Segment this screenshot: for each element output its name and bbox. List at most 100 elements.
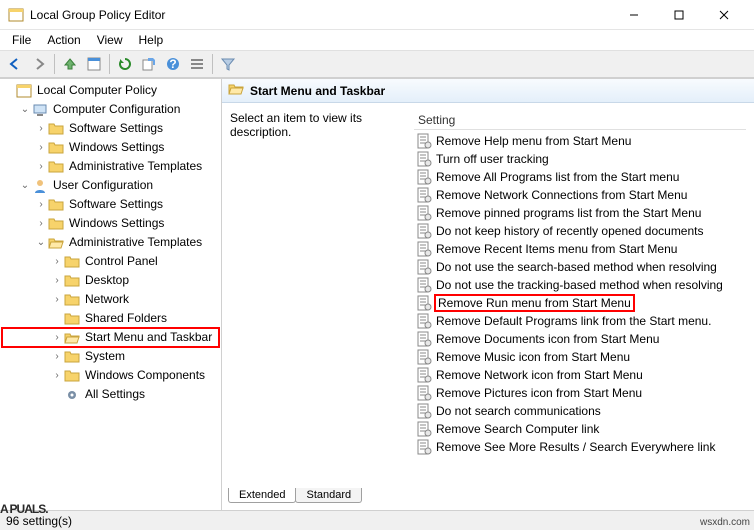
back-button[interactable]	[4, 53, 26, 75]
expander-icon[interactable]: ⌄	[34, 234, 48, 251]
expander-icon[interactable]: ›	[50, 291, 64, 308]
tree-network[interactable]: ›Network	[2, 290, 219, 309]
setting-label: Remove Network icon from Start Menu	[436, 368, 643, 382]
extended-view: Select an item to view its description. …	[222, 103, 754, 488]
settings-column: Setting Remove Help menu from Start Menu…	[414, 111, 746, 480]
setting-row[interactable]: Remove Help menu from Start Menu	[414, 132, 746, 150]
tree-system[interactable]: ›System	[2, 347, 219, 366]
menu-action[interactable]: Action	[39, 31, 88, 49]
menu-file[interactable]: File	[4, 31, 39, 49]
main-area: Local Computer Policy ⌄ Computer Configu…	[0, 78, 754, 510]
toolbar-separator	[54, 54, 55, 74]
setting-row[interactable]: Remove Default Programs link from the St…	[414, 312, 746, 330]
view-tabs: Extended Standard	[222, 488, 754, 510]
minimize-button[interactable]	[611, 0, 656, 30]
menu-view[interactable]: View	[89, 31, 131, 49]
policy-icon	[416, 259, 432, 275]
expander-icon[interactable]: ⌄	[18, 101, 32, 118]
up-button[interactable]	[59, 53, 81, 75]
tree-root[interactable]: Local Computer Policy	[2, 81, 219, 100]
setting-row[interactable]: Remove All Programs list from the Start …	[414, 168, 746, 186]
folder-icon	[48, 140, 64, 156]
tab-standard[interactable]: Standard	[295, 488, 362, 503]
expander-icon[interactable]: ›	[34, 196, 48, 213]
expander-icon[interactable]: ›	[34, 158, 48, 175]
tree-uc-admin[interactable]: ⌄Administrative Templates	[2, 233, 219, 252]
folder-icon	[48, 121, 64, 137]
policy-icon	[416, 151, 432, 167]
expander-icon[interactable]: ›	[50, 367, 64, 384]
expander-icon[interactable]: ›	[50, 329, 64, 346]
setting-row[interactable]: Do not use the tracking-based method whe…	[414, 276, 746, 294]
menu-help[interactable]: Help	[131, 31, 172, 49]
description-text: Select an item to view its description.	[230, 111, 362, 139]
folder-open-icon	[48, 235, 64, 251]
tree-windows-components[interactable]: ›Windows Components	[2, 366, 219, 385]
help-button[interactable]	[162, 53, 184, 75]
folder-icon	[64, 292, 80, 308]
setting-row[interactable]: Remove Run menu from Start Menu	[414, 294, 746, 312]
setting-row[interactable]: Remove Documents icon from Start Menu	[414, 330, 746, 348]
folder-icon	[64, 368, 80, 384]
tab-extended[interactable]: Extended	[228, 488, 296, 503]
expander-icon[interactable]: ›	[34, 139, 48, 156]
policy-icon	[416, 385, 432, 401]
list-view-button[interactable]	[186, 53, 208, 75]
setting-label: Remove Search Computer link	[436, 422, 599, 436]
tree-computer-configuration[interactable]: ⌄ Computer Configuration	[2, 100, 219, 119]
close-button[interactable]	[701, 0, 746, 30]
path-header: Start Menu and Taskbar	[222, 79, 754, 103]
expander-icon[interactable]: ›	[50, 272, 64, 289]
tree-desktop[interactable]: › Desktop	[2, 271, 219, 290]
setting-row[interactable]: Do not use the search-based method when …	[414, 258, 746, 276]
setting-label: Remove Run menu from Start Menu	[436, 296, 633, 310]
console-tree[interactable]: Local Computer Policy ⌄ Computer Configu…	[0, 79, 222, 510]
expander-icon[interactable]: ›	[34, 120, 48, 137]
refresh-button[interactable]	[114, 53, 136, 75]
policy-icon	[416, 367, 432, 383]
setting-row[interactable]: Remove See More Results / Search Everywh…	[414, 438, 746, 456]
tree-start-menu-taskbar[interactable]: ›Start Menu and Taskbar	[2, 328, 219, 347]
expander-icon[interactable]: ›	[50, 348, 64, 365]
setting-column-header[interactable]: Setting	[414, 111, 746, 130]
folder-icon	[64, 311, 80, 327]
folder-icon	[64, 254, 80, 270]
expander-icon[interactable]: ⌄	[18, 177, 32, 194]
export-list-button[interactable]	[138, 53, 160, 75]
forward-button[interactable]	[28, 53, 50, 75]
setting-row[interactable]: Remove Music icon from Start Menu	[414, 348, 746, 366]
setting-row[interactable]: Remove Network icon from Start Menu	[414, 366, 746, 384]
settings-list[interactable]: Remove Help menu from Start Menu Turn off…	[414, 130, 746, 480]
filter-button[interactable]	[217, 53, 239, 75]
tree-cc-windows[interactable]: ›Windows Settings	[2, 138, 219, 157]
setting-row[interactable]: Remove Network Connections from Start Me…	[414, 186, 746, 204]
setting-row[interactable]: Remove pinned programs list from the Sta…	[414, 204, 746, 222]
tree-uc-windows[interactable]: ›Windows Settings	[2, 214, 219, 233]
setting-row[interactable]: Turn off user tracking	[414, 150, 746, 168]
menubar: File Action View Help	[0, 30, 754, 50]
setting-row[interactable]: Remove Search Computer link	[414, 420, 746, 438]
setting-label: Remove Documents icon from Start Menu	[436, 332, 659, 346]
setting-row[interactable]: Do not keep history of recently opened d…	[414, 222, 746, 240]
setting-label: Remove Help menu from Start Menu	[436, 134, 631, 148]
tree-shared-folders[interactable]: Shared Folders	[2, 309, 219, 328]
maximize-button[interactable]	[656, 0, 701, 30]
expander-icon[interactable]: ›	[50, 253, 64, 270]
tree-cc-admin[interactable]: ›Administrative Templates	[2, 157, 219, 176]
policy-icon	[416, 313, 432, 329]
tree-all-settings[interactable]: All Settings	[2, 385, 219, 404]
show-hide-tree-button[interactable]	[83, 53, 105, 75]
tree-uc-software[interactable]: ›Software Settings	[2, 195, 219, 214]
expander-icon[interactable]: ›	[34, 215, 48, 232]
folder-icon	[48, 159, 64, 175]
setting-row[interactable]: Do not search communications	[414, 402, 746, 420]
tree-cc-software[interactable]: ›Software Settings	[2, 119, 219, 138]
setting-row[interactable]: Remove Pictures icon from Start Menu	[414, 384, 746, 402]
tree-user-configuration[interactable]: ⌄ User Configuration	[2, 176, 219, 195]
tree-control-panel[interactable]: ›Control Panel	[2, 252, 219, 271]
tree-label: Desktop	[83, 272, 131, 289]
toolbar-separator	[109, 54, 110, 74]
setting-row[interactable]: Remove Recent Items menu from Start Menu	[414, 240, 746, 258]
description-column: Select an item to view its description.	[230, 111, 414, 480]
setting-label: Remove Default Programs link from the St…	[436, 314, 711, 328]
